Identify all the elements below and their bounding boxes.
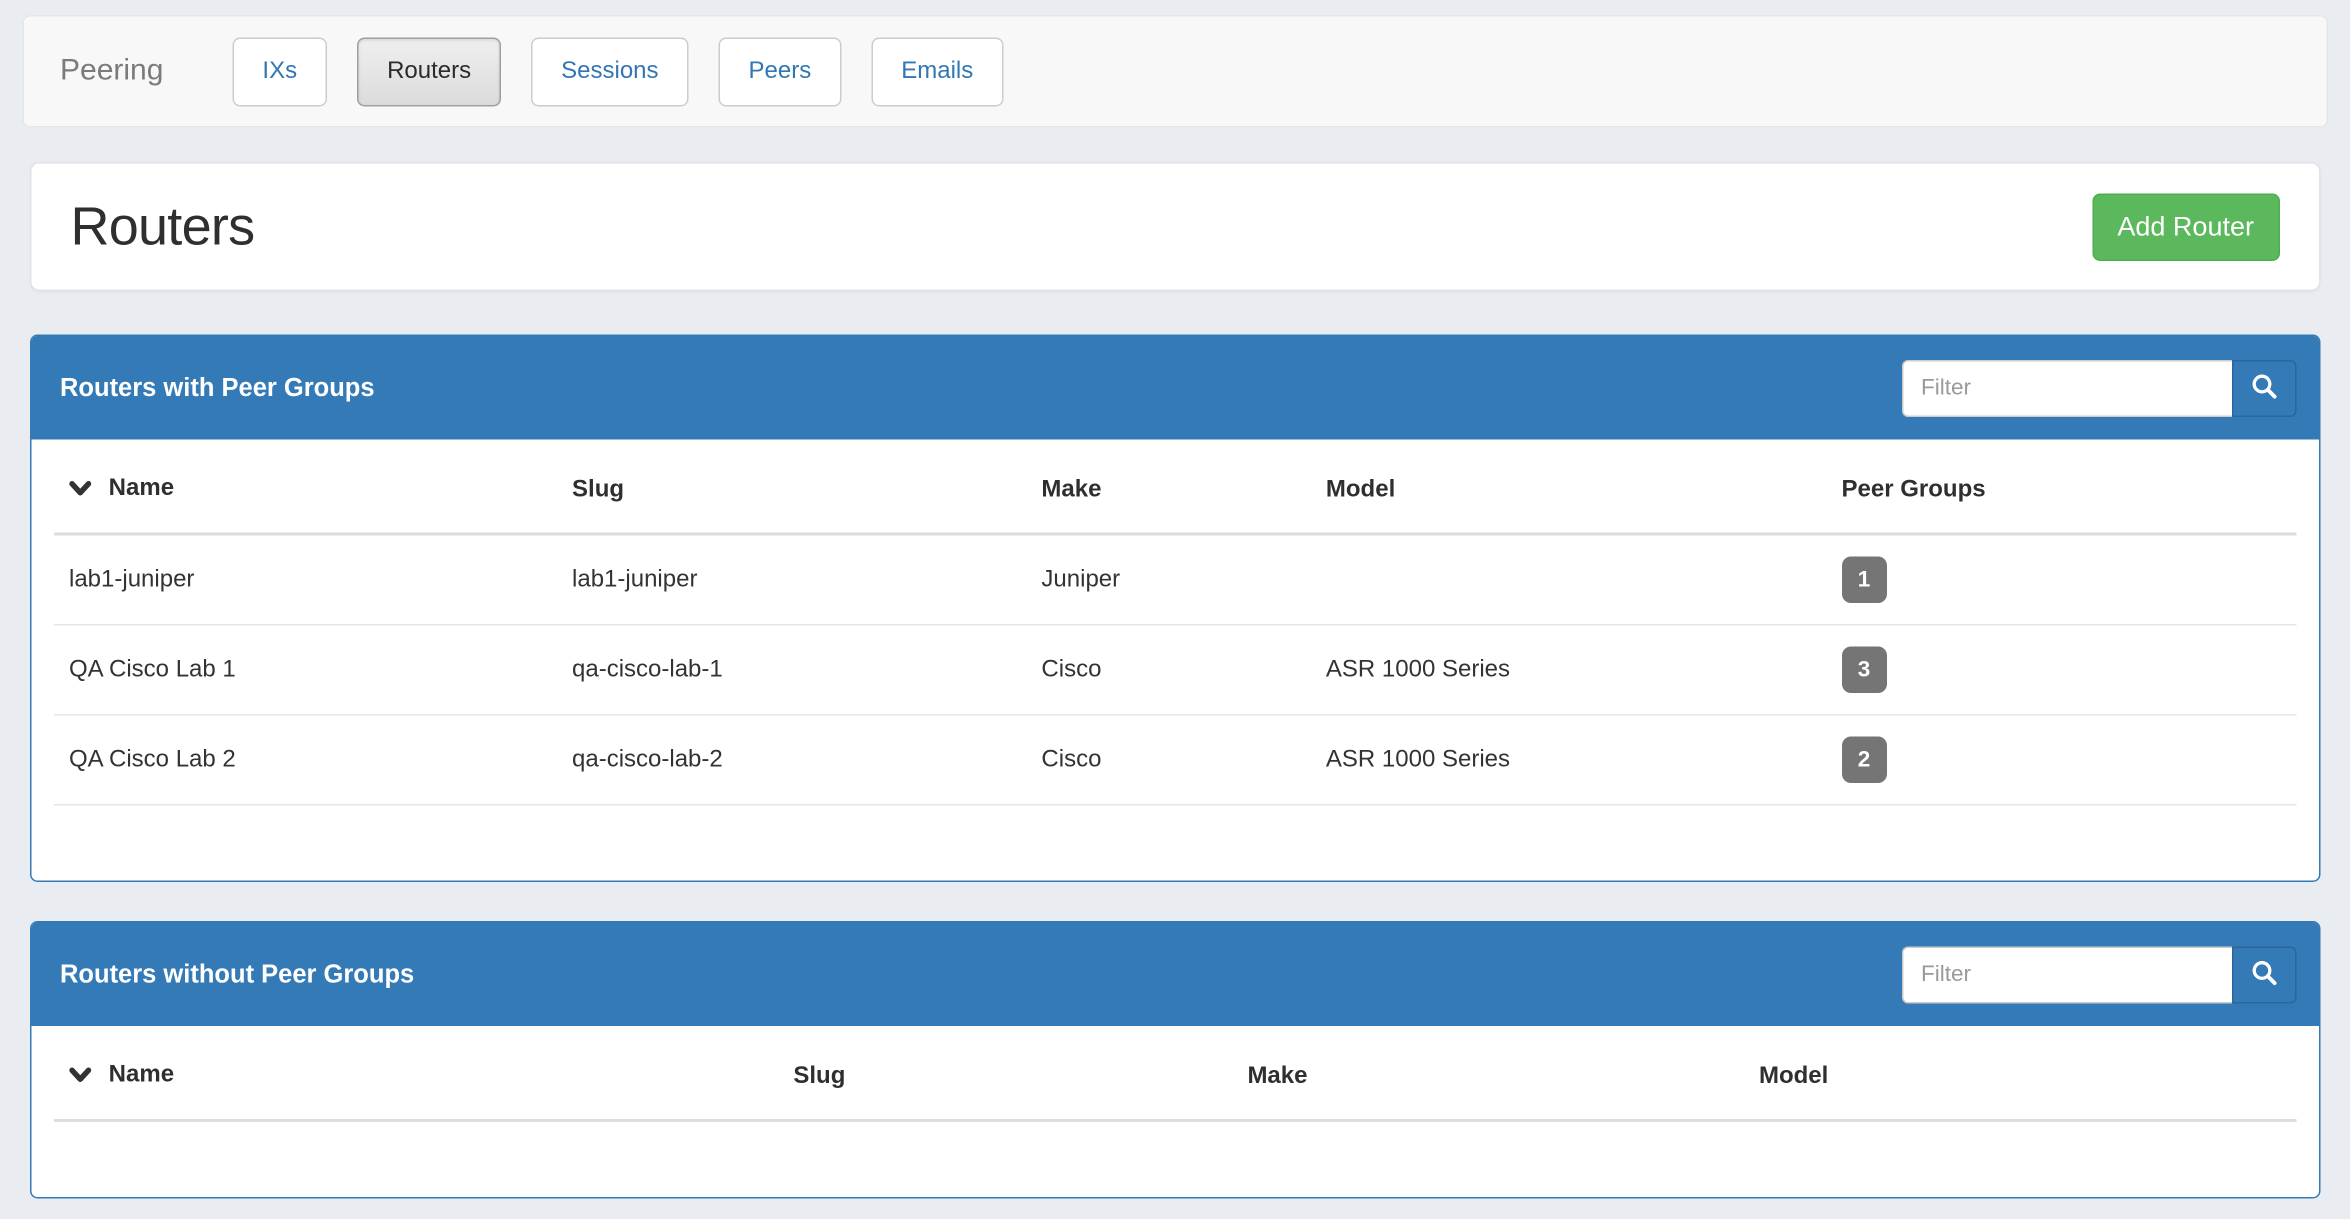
filter-input[interactable] [1901, 359, 2231, 416]
column-header-make[interactable]: Make [1232, 1026, 1744, 1121]
nav-item-sessions[interactable]: Sessions [531, 37, 688, 106]
peering-app: Peering IXs Routers Sessions Peers Email… [0, 15, 2350, 1219]
routers-with-peer-groups-table: Name Slug Make Model Peer Groups lab1-ju… [54, 440, 2296, 806]
search-button[interactable] [2231, 359, 2296, 416]
panel-title: Routers without Peer Groups [60, 959, 414, 989]
cell-model: ASR 1000 Series [1311, 625, 1827, 715]
column-header-slug[interactable]: Slug [557, 440, 1026, 535]
column-header-peer-groups[interactable]: Peer Groups [1827, 440, 2296, 535]
column-header-model[interactable]: Model [1311, 440, 1827, 535]
nav-item-emails[interactable]: Emails [871, 37, 1003, 106]
cell-peer-groups: 3 [1827, 625, 2296, 715]
panel-title: Routers with Peer Groups [60, 373, 375, 403]
table-row: lab1-juniper lab1-juniper Juniper 1 [54, 534, 2296, 625]
peer-groups-badge: 1 [1842, 557, 1887, 604]
page-header-panel: Routers Add Router [30, 162, 2320, 291]
cell-model [1311, 534, 1827, 625]
cell-name: QA Cisco Lab 2 [54, 715, 557, 805]
panel-heading: Routers with Peer Groups [32, 336, 2319, 440]
table-header-row: Name Slug Make Model Peer Groups [54, 440, 2296, 535]
table-row: QA Cisco Lab 2 qa-cisco-lab-2 Cisco ASR … [54, 715, 2296, 805]
nav-item-routers[interactable]: Routers [357, 37, 501, 106]
routers-without-peer-groups-table: Name Slug Make Model [54, 1026, 2296, 1122]
cell-peer-groups: 2 [1827, 715, 2296, 805]
filter-input[interactable] [1901, 946, 2231, 1003]
column-header-model[interactable]: Model [1744, 1026, 2296, 1121]
cell-make: Cisco [1026, 715, 1310, 805]
nav-item-peers[interactable]: Peers [719, 37, 842, 106]
filter-group [1901, 359, 2296, 416]
table-row: QA Cisco Lab 1 qa-cisco-lab-1 Cisco ASR … [54, 625, 2296, 715]
cell-model: ASR 1000 Series [1311, 715, 1827, 805]
cell-name: QA Cisco Lab 1 [54, 625, 557, 715]
panel-body: Name Slug Make Model Peer Groups lab1-ju… [32, 440, 2319, 881]
nav-button-group: IXs Routers Sessions Peers Emails [232, 37, 1003, 106]
chevron-down-icon [69, 477, 98, 503]
routers-with-peer-groups-panel: Routers with Peer Groups [30, 335, 2320, 883]
filter-group [1901, 946, 2296, 1003]
cell-make: Cisco [1026, 625, 1310, 715]
search-icon [2249, 371, 2278, 404]
app-brand: Peering [60, 54, 163, 89]
chevron-down-icon [69, 1064, 98, 1090]
column-header-make[interactable]: Make [1026, 440, 1310, 535]
cell-peer-groups: 1 [1827, 534, 2296, 625]
column-header-name[interactable]: Name [54, 440, 557, 535]
panel-heading: Routers without Peer Groups [32, 923, 2319, 1027]
column-header-name[interactable]: Name [54, 1026, 778, 1121]
page-title: Routers [71, 195, 255, 258]
top-navbar: Peering IXs Routers Sessions Peers Email… [23, 15, 2328, 128]
peer-groups-badge: 2 [1842, 737, 1887, 784]
panel-body: Name Slug Make Model [32, 1026, 2319, 1197]
cell-make: Juniper [1026, 534, 1310, 625]
nav-item-ixs[interactable]: IXs [232, 37, 327, 106]
cell-slug: qa-cisco-lab-1 [557, 625, 1026, 715]
add-router-button[interactable]: Add Router [2092, 193, 2280, 261]
column-header-slug[interactable]: Slug [778, 1026, 1232, 1121]
cell-slug: lab1-juniper [557, 534, 1026, 625]
peer-groups-badge: 3 [1842, 647, 1887, 694]
search-icon [2249, 958, 2278, 991]
routers-without-peer-groups-panel: Routers without Peer Groups [30, 921, 2320, 1199]
search-button[interactable] [2231, 946, 2296, 1003]
table-header-row: Name Slug Make Model [54, 1026, 2296, 1121]
cell-slug: qa-cisco-lab-2 [557, 715, 1026, 805]
cell-name: lab1-juniper [54, 534, 557, 625]
